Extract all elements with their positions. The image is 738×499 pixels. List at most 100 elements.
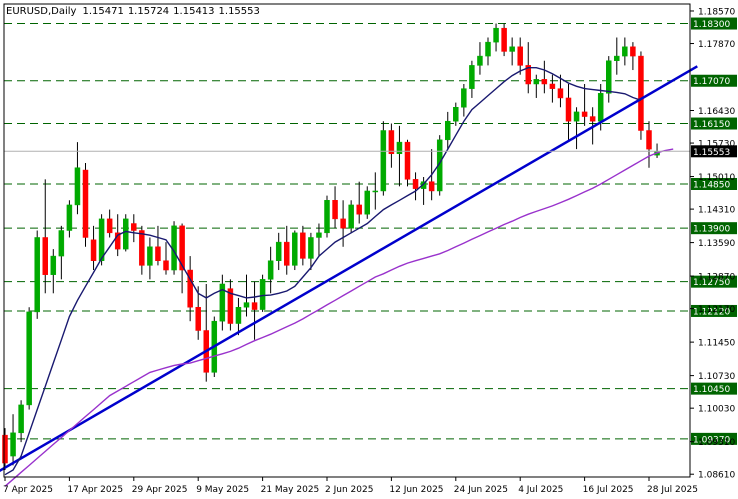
candle-bull[interactable] xyxy=(622,46,628,57)
candle-bull[interactable] xyxy=(26,311,32,406)
candle-bull[interactable] xyxy=(235,306,242,324)
candle-bull[interactable] xyxy=(606,60,612,94)
symbol-label: EURUSD xyxy=(6,6,48,17)
candle-bull[interactable] xyxy=(372,190,379,193)
time-axis: 7 Apr 2025 17 Apr 2025 29 Apr 2025 9 May 20… xyxy=(3,477,698,495)
y-tick-label: 1.10730 xyxy=(698,372,735,382)
candle-bear[interactable] xyxy=(428,181,435,192)
price-chart[interactable]: 1.183001.170701.161501.148501.139001.127… xyxy=(0,0,738,499)
candle-bull[interactable] xyxy=(147,246,153,266)
candle-bear[interactable] xyxy=(412,179,419,189)
candle-bear[interactable] xyxy=(155,246,161,261)
y-tick-label: 1.09310 xyxy=(698,438,735,448)
candle-bear[interactable] xyxy=(82,169,89,238)
candle-bull[interactable] xyxy=(614,55,620,61)
candle-bull[interactable] xyxy=(461,88,467,108)
x-tick-label: 7 Apr 2025 xyxy=(3,485,53,495)
candle-bear[interactable] xyxy=(340,218,346,229)
y-tick-label: 1.18570 xyxy=(698,7,735,17)
candle-bull[interactable] xyxy=(477,55,483,66)
x-tick-label: 9 May 2025 xyxy=(196,485,249,495)
candle-bear[interactable] xyxy=(501,27,507,52)
candle-bear[interactable] xyxy=(388,130,395,155)
candle-bull[interactable] xyxy=(348,204,354,229)
candle-bull[interactable] xyxy=(10,432,16,457)
candle-bear[interactable] xyxy=(565,97,572,122)
candle-bull[interactable] xyxy=(74,167,81,206)
candle-bear[interactable] xyxy=(131,223,137,231)
candle-bull[interactable] xyxy=(396,141,403,155)
level-label: 1.18300 xyxy=(693,20,730,30)
candle-bull[interactable] xyxy=(493,27,499,43)
y-tick-label: 1.08610 xyxy=(698,471,735,481)
current-price-label: 1.15553 xyxy=(693,148,730,158)
candle-bear[interactable] xyxy=(589,116,596,122)
candle-bear[interactable] xyxy=(163,260,169,271)
y-tick-label: 1.17870 xyxy=(698,40,735,50)
candle-bear[interactable] xyxy=(139,230,145,266)
candle-bull[interactable] xyxy=(292,232,298,266)
ohlc-open: 1.15471 xyxy=(82,6,123,17)
candle-bull[interactable] xyxy=(364,190,370,215)
candle-bull[interactable] xyxy=(123,218,129,250)
candle-bear[interactable] xyxy=(557,88,564,99)
candle-bull[interactable] xyxy=(50,255,57,275)
candle-bull[interactable] xyxy=(243,302,250,308)
ohlc-close: 1.15553 xyxy=(219,6,260,17)
candle-bull[interactable] xyxy=(445,120,451,141)
candle-bull[interactable] xyxy=(485,41,491,57)
x-tick-label: 24 Jun 2025 xyxy=(454,485,508,495)
candle-bull[interactable] xyxy=(98,218,105,261)
candle-bull[interactable] xyxy=(34,237,40,313)
candle-bull[interactable] xyxy=(469,65,475,89)
x-tick-label: 2 Jun 2025 xyxy=(325,485,373,495)
candle-bear[interactable] xyxy=(195,306,201,331)
x-tick-label: 12 Jun 2025 xyxy=(389,485,443,495)
candle-bear[interactable] xyxy=(541,79,548,85)
candle-bull[interactable] xyxy=(275,241,282,261)
level-label: 1.16150 xyxy=(693,120,730,130)
candle-bull[interactable] xyxy=(380,130,387,192)
ohlc-low: 1.15413 xyxy=(173,6,214,17)
candle-bull[interactable] xyxy=(573,111,580,122)
candle-bull[interactable] xyxy=(66,204,73,231)
candle-bear[interactable] xyxy=(332,200,338,220)
candle-bear[interactable] xyxy=(42,237,48,275)
price-axis: 1.183001.170701.161501.148501.139001.127… xyxy=(3,3,737,481)
candle-bear[interactable] xyxy=(2,434,8,464)
level-label: 1.13900 xyxy=(693,225,730,235)
candle-bull[interactable] xyxy=(259,279,266,310)
candle-bear[interactable] xyxy=(356,204,362,215)
y-tick-label: 1.11450 xyxy=(698,339,735,349)
x-tick-label: 17 Apr 2025 xyxy=(67,485,123,495)
candle-bull[interactable] xyxy=(453,107,459,122)
y-tick-label: 1.13590 xyxy=(698,239,735,249)
candle-bear[interactable] xyxy=(284,241,290,266)
candle-bear[interactable] xyxy=(251,302,258,310)
candle-bear[interactable] xyxy=(646,130,652,150)
candle-bull[interactable] xyxy=(58,230,65,257)
candle-bull[interactable] xyxy=(267,260,274,280)
candle-bear[interactable] xyxy=(404,141,411,180)
candle-bull[interactable] xyxy=(308,237,314,259)
candle-bear[interactable] xyxy=(581,111,588,117)
timeframe-label: Daily xyxy=(51,6,76,17)
candle-bull[interactable] xyxy=(509,46,515,52)
candle-bull[interactable] xyxy=(316,232,322,238)
candle-bear[interactable] xyxy=(517,46,523,66)
candle-bear[interactable] xyxy=(638,55,644,131)
candle-bear[interactable] xyxy=(300,232,306,259)
candle-bear[interactable] xyxy=(90,239,97,261)
candle-bull[interactable] xyxy=(533,79,540,85)
candle-bear[interactable] xyxy=(549,83,556,89)
y-tick-label: 1.14310 xyxy=(698,206,735,216)
candle-bear[interactable] xyxy=(630,46,636,57)
trendline[interactable] xyxy=(0,65,698,477)
y-tick-label: 1.16430 xyxy=(698,107,735,117)
candle-bull[interactable] xyxy=(324,200,330,234)
candle-bull[interactable] xyxy=(597,93,604,122)
level-label: 1.10450 xyxy=(693,385,730,395)
y-tick-label: 1.12170 xyxy=(698,305,735,315)
candle-bull[interactable] xyxy=(18,404,24,434)
candle-bear[interactable] xyxy=(106,218,113,234)
